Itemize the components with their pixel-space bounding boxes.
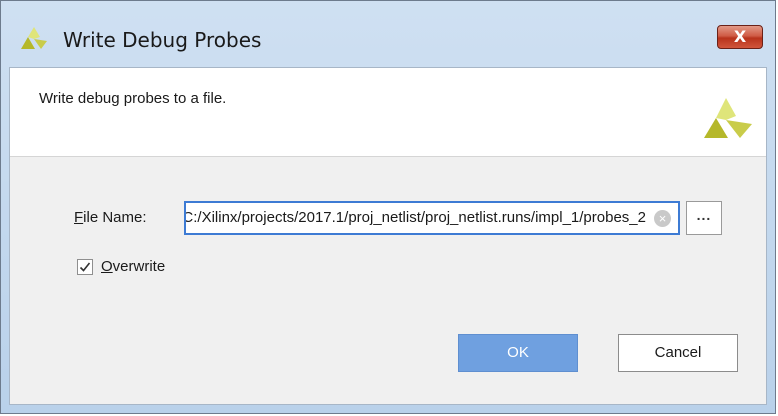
browse-button[interactable]: ... <box>686 201 722 235</box>
title-bar[interactable]: Write Debug Probes X <box>1 1 775 75</box>
xilinx-logo-icon <box>21 27 47 49</box>
cancel-button[interactable]: Cancel <box>618 334 738 372</box>
dialog-body: Write debug probes to a file. File Name:… <box>9 67 767 405</box>
close-icon: X <box>733 27 747 46</box>
file-name-label: File Name: <box>74 209 147 226</box>
xilinx-logo-icon <box>704 98 752 138</box>
file-name-value: C:/Xilinx/projects/2017.1/proj_netlist/p… <box>184 209 646 226</box>
file-name-input[interactable]: C:/Xilinx/projects/2017.1/proj_netlist/p… <box>184 201 680 235</box>
checkmark-icon <box>79 262 91 272</box>
window-title: Write Debug Probes <box>63 28 262 52</box>
overwrite-checkbox[interactable] <box>77 259 93 275</box>
dialog-window: Write Debug Probes X Write debug probes … <box>0 0 776 414</box>
overwrite-label[interactable]: Overwrite <box>101 258 165 275</box>
clear-circle-icon[interactable]: × <box>654 210 671 227</box>
ok-button[interactable]: OK <box>458 334 578 372</box>
close-button[interactable]: X <box>717 25 763 49</box>
dialog-description: Write debug probes to a file. <box>39 90 227 107</box>
dialog-header: Write debug probes to a file. <box>10 68 766 157</box>
